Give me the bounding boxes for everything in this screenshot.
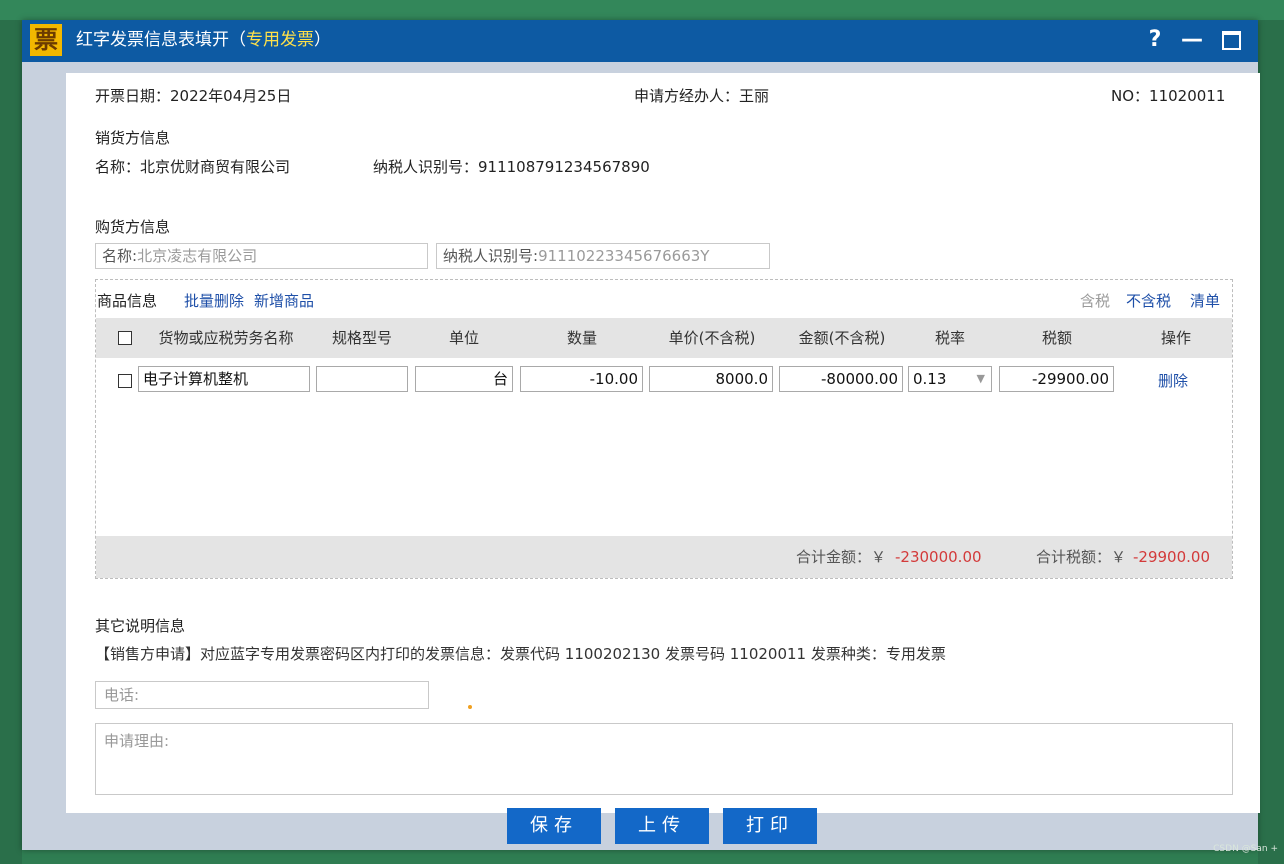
form-panel: 开票日期：2022年04月25日 申请方经办人：王丽 NO：11020011 销… <box>66 73 1260 813</box>
select-all-checkbox[interactable] <box>118 331 132 345</box>
cursor-dot <box>468 705 472 709</box>
buyer-tax-id-field[interactable]: 纳税人识别号:91110223345676663Y <box>436 243 770 269</box>
item-tax-input[interactable]: -29900.00 <box>999 366 1114 392</box>
col-quantity: 数量 <box>566 329 597 347</box>
goods-section: 商品信息 批量删除 新增商品 含税 不含税 清单 货物或应税劳务名称 规格型号 … <box>95 279 1233 579</box>
buyer-name-label: 名称: <box>102 247 138 265</box>
buyer-tax-id-label: 纳税人识别号: <box>443 247 539 265</box>
item-name-input[interactable]: 电子计算机整机 <box>138 366 310 392</box>
buyer-name-field[interactable]: 名称:北京凌志有限公司 <box>95 243 428 269</box>
goods-toolbar: 商品信息 批量删除 新增商品 含税 不含税 清单 <box>96 280 1232 316</box>
col-action: 操作 <box>1160 329 1191 347</box>
tax-exclusive-toggle[interactable]: 不含税 <box>1126 290 1171 311</box>
batch-delete-link[interactable]: 批量删除 <box>184 290 244 311</box>
seller-tax-id: 纳税人识别号：911108791234567890 <box>373 158 650 176</box>
window-title-end: ） <box>314 30 331 50</box>
buyer-name-value: 北京凌志有限公司 <box>137 247 258 265</box>
other-info-title: 其它说明信息 <box>95 617 186 635</box>
col-tax: 税额 <box>1041 329 1072 347</box>
seller-name: 名称：北京优财商贸有限公司 <box>95 158 291 176</box>
desktop-background-top <box>0 0 1284 20</box>
desktop-background-left <box>0 20 22 864</box>
window-title-highlight: 专用发票 <box>246 30 314 50</box>
add-item-link[interactable]: 新增商品 <box>254 290 314 311</box>
desktop-background-right <box>1258 20 1284 864</box>
seller-section-title: 销货方信息 <box>95 129 171 147</box>
list-link[interactable]: 清单 <box>1190 290 1220 311</box>
window-title: 红字发票信息表填开（专用发票） <box>76 20 331 60</box>
chevron-down-icon: ▼ <box>976 372 985 385</box>
buyer-tax-id-value: 91110223345676663Y <box>538 247 710 265</box>
help-icon[interactable]: ? <box>1140 20 1170 60</box>
col-spec: 规格型号 <box>331 329 392 347</box>
invoice-window: 票 红字发票信息表填开（专用发票） ? — 开票日期：2022年04月25日 申… <box>22 20 1260 850</box>
total-amount-label: 合计金额：￥ <box>796 548 887 566</box>
goods-table-header: 货物或应税劳务名称 规格型号 单位 数量 单价(不含税) 金额(不含税) 税率 … <box>96 318 1232 358</box>
maximize-icon[interactable] <box>1216 20 1246 60</box>
col-amount: 金额(不含税) <box>798 329 886 347</box>
delete-row-link[interactable]: 删除 <box>1158 370 1188 391</box>
tax-rate-value: 0.13 <box>913 370 947 388</box>
other-info-note: 【销售方申请】对应蓝字专用发票密码区内打印的发票信息：发票代码 11002021… <box>95 645 946 663</box>
applicant-handler: 申请方经办人：王丽 <box>634 87 770 105</box>
item-price-input[interactable]: 8000.0 <box>649 366 773 392</box>
window-title-main: 红字发票信息表填开（ <box>76 30 246 50</box>
item-quantity-input[interactable]: -10.00 <box>520 366 643 392</box>
print-button[interactable]: 打印 <box>723 808 817 844</box>
reason-field[interactable]: 申请理由: <box>95 723 1233 795</box>
total-tax-value: -29900.00 <box>1133 548 1210 566</box>
invoice-date: 开票日期：2022年04月25日 <box>95 87 292 105</box>
tax-rate-select[interactable]: 0.13 ▼ <box>908 366 992 392</box>
upload-button[interactable]: 上传 <box>615 808 709 844</box>
tax-inclusive-toggle[interactable]: 含税 <box>1080 290 1110 311</box>
minimize-icon[interactable]: — <box>1177 20 1207 60</box>
item-unit-input[interactable]: 台 <box>415 366 513 392</box>
col-name: 货物或应税劳务名称 <box>158 329 294 347</box>
goods-section-title: 商品信息 <box>97 292 158 310</box>
title-bar: 票 红字发票信息表填开（专用发票） ? — <box>22 20 1258 62</box>
buyer-section-title: 购货方信息 <box>95 218 171 236</box>
row-checkbox[interactable] <box>118 374 132 388</box>
invoice-number: NO：11020011 <box>1111 87 1226 105</box>
invoice-app-icon: 票 <box>30 24 62 56</box>
phone-field[interactable]: 电话: <box>95 681 429 709</box>
col-unit-price: 单价(不含税) <box>668 329 756 347</box>
item-amount-input[interactable]: -80000.00 <box>779 366 903 392</box>
totals-bar: 合计金额：￥ -230000.00 合计税额：￥ -29900.00 <box>96 536 1232 578</box>
total-amount-value: -230000.00 <box>895 548 982 566</box>
col-tax-rate: 税率 <box>934 329 965 347</box>
item-spec-input[interactable] <box>316 366 408 392</box>
col-unit: 单位 <box>448 329 479 347</box>
total-tax-label: 合计税额：￥ <box>1036 548 1127 566</box>
save-button[interactable]: 保存 <box>507 808 601 844</box>
watermark: CSDN @San + <box>1213 844 1278 854</box>
